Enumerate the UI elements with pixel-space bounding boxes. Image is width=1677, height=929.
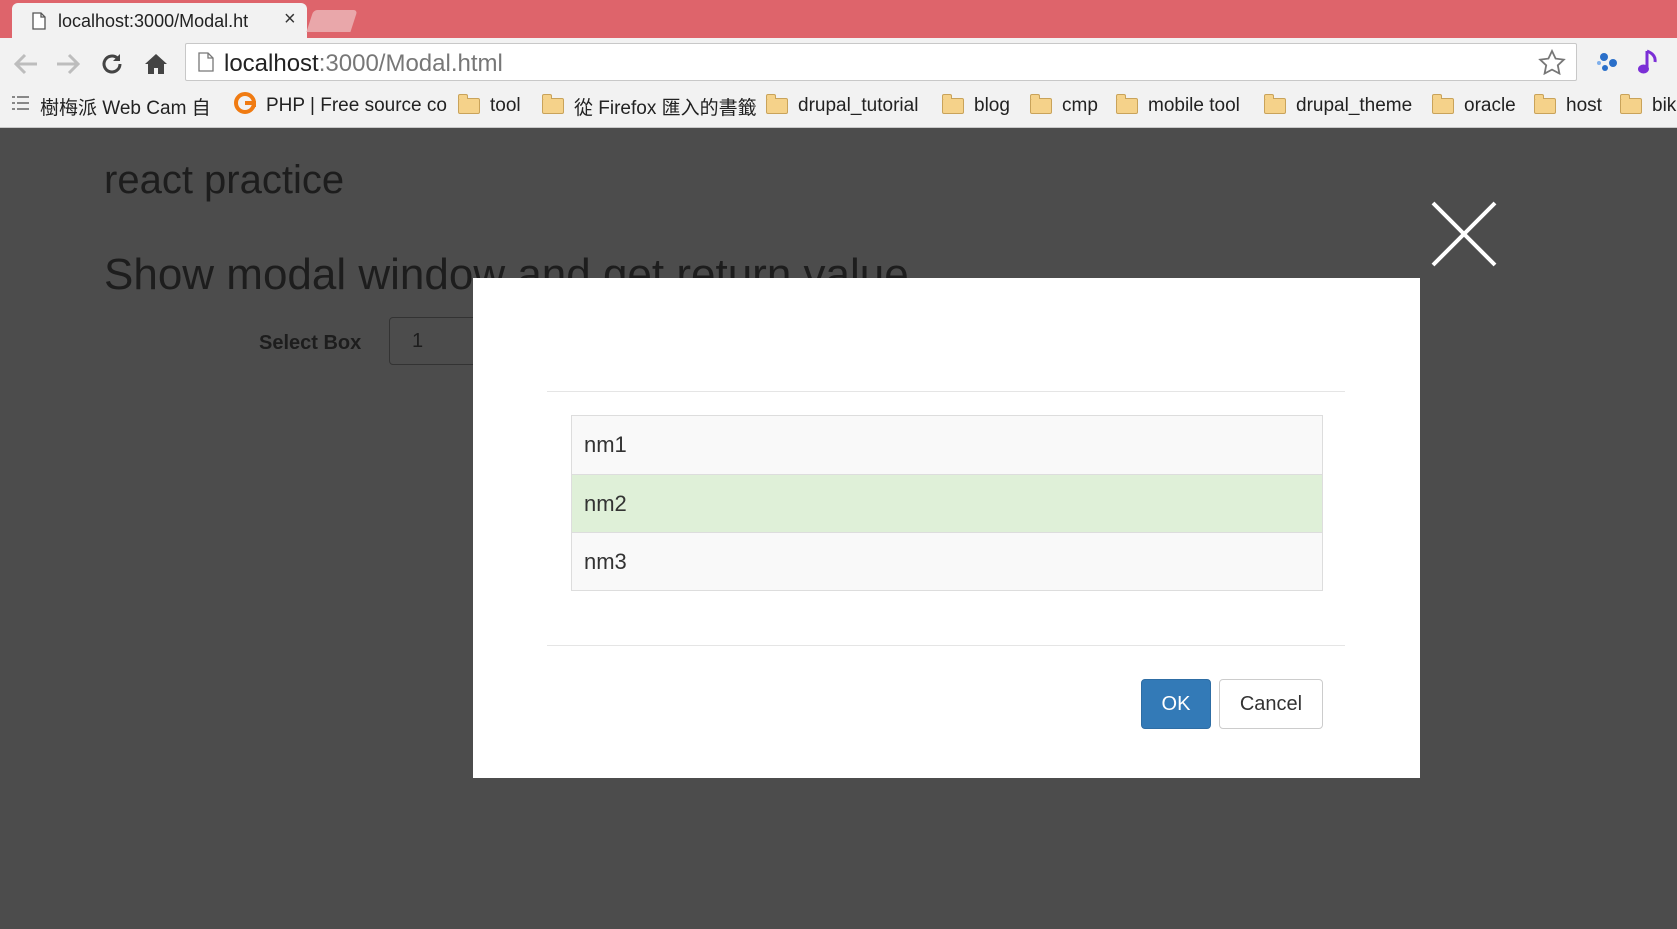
bookmark-label: mobile tool: [1148, 95, 1240, 116]
home-icon[interactable]: [142, 50, 170, 78]
bookmark-label: tool: [490, 95, 521, 116]
folder-icon: [766, 94, 788, 114]
bookmark-item[interactable]: host: [1534, 94, 1602, 118]
folder-icon: [1620, 94, 1642, 114]
browser-tab[interactable]: localhost:3000/Modal.ht ×: [12, 3, 307, 38]
folder-icon: [1264, 94, 1286, 114]
modal-header-divider: [547, 391, 1345, 392]
cancel-button[interactable]: Cancel: [1219, 679, 1323, 729]
bookmark-label: oracle: [1464, 95, 1516, 116]
modal-list: nm1 nm2 nm3: [571, 415, 1323, 591]
folder-icon: [1534, 94, 1556, 114]
apps-icon: [12, 94, 30, 118]
bookmarks-bar: 樹梅派 Web Cam 自 PHP | Free source co tool …: [0, 86, 1677, 128]
page-content: react practice Show modal window and get…: [0, 128, 1677, 929]
bookmark-item[interactable]: 從 Firefox 匯入的書籤: [542, 94, 757, 119]
bookmark-item[interactable]: drupal_theme: [1264, 94, 1412, 118]
bookmark-item[interactable]: tool: [458, 94, 521, 118]
bookmark-star-icon[interactable]: [1538, 48, 1566, 80]
tab-close-icon[interactable]: ×: [284, 9, 296, 29]
modal-dialog: nm1 nm2 nm3 OK Cancel: [473, 278, 1420, 778]
back-icon[interactable]: [12, 50, 40, 78]
close-icon[interactable]: [1430, 200, 1498, 268]
bookmark-item[interactable]: cmp: [1030, 94, 1098, 118]
folder-icon: [1030, 94, 1052, 114]
page-title: react practice: [104, 158, 345, 202]
select-box-label: Select Box: [259, 332, 362, 354]
folder-icon: [1116, 94, 1138, 114]
list-item-nm1[interactable]: nm1: [572, 416, 1322, 474]
bookmark-item[interactable]: oracle: [1432, 94, 1516, 118]
list-item-nm3[interactable]: nm3: [572, 532, 1322, 590]
folder-icon: [1432, 94, 1454, 114]
bookmark-label: PHP | Free source co: [266, 95, 447, 116]
url-host: localhost: [224, 50, 319, 77]
bookmark-label: cmp: [1062, 95, 1098, 116]
ok-button[interactable]: OK: [1141, 679, 1211, 729]
tab-strip: localhost:3000/Modal.ht ×: [0, 0, 1677, 38]
url-path: :3000/Modal.html: [318, 50, 503, 77]
reload-icon[interactable]: [98, 50, 126, 78]
bookmark-label: bik: [1652, 95, 1677, 116]
forward-icon[interactable]: [54, 50, 82, 78]
folder-icon: [942, 94, 964, 114]
page-icon: [198, 52, 214, 77]
php-icon: [234, 92, 256, 120]
bookmark-label: host: [1566, 95, 1602, 116]
folder-icon: [458, 94, 480, 114]
bookmark-item[interactable]: mobile tool: [1116, 94, 1240, 118]
modal-footer-divider: [547, 645, 1345, 646]
folder-icon: [542, 94, 564, 114]
bookmark-item[interactable]: bik: [1620, 94, 1676, 118]
bookmark-item[interactable]: 樹梅派 Web Cam 自: [12, 94, 211, 119]
page-icon: [32, 12, 46, 35]
bookmark-label: drupal_tutorial: [798, 95, 919, 116]
list-item-nm2[interactable]: nm2: [572, 474, 1322, 532]
bookmark-label: 從 Firefox 匯入的書籤: [574, 97, 757, 119]
url-text: localhost:3000/Modal.html: [224, 50, 503, 78]
tab-title: localhost:3000/Modal.ht: [58, 11, 249, 31]
browser-toolbar: localhost:3000/Modal.html: [0, 38, 1677, 86]
music-note-icon[interactable]: [1637, 48, 1661, 83]
bookmark-label: drupal_theme: [1296, 95, 1413, 116]
bookmark-item[interactable]: blog: [942, 94, 1010, 118]
bookmark-label: blog: [974, 95, 1010, 116]
address-bar[interactable]: localhost:3000/Modal.html: [185, 43, 1577, 81]
bookmark-item[interactable]: drupal_tutorial: [766, 94, 918, 118]
extension-dots-icon[interactable]: [1595, 50, 1621, 79]
new-tab-button[interactable]: [306, 10, 358, 32]
bookmark-item[interactable]: PHP | Free source co: [234, 92, 447, 120]
bookmark-label: 樹梅派 Web Cam 自: [40, 97, 211, 119]
